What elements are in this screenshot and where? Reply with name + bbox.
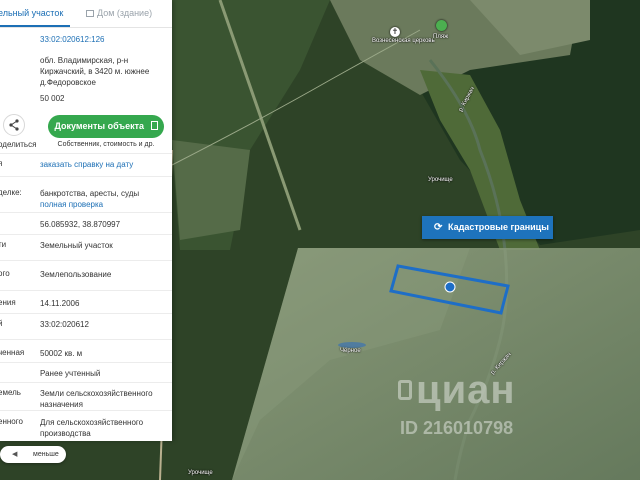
object-card-panel: ельный участок Дом (здание) 33:02:020612… [0, 0, 172, 441]
row-label: енного [0, 417, 23, 426]
divider [0, 234, 172, 235]
row-label: ченная [0, 348, 25, 357]
divider [0, 362, 172, 363]
info-label: я [0, 159, 3, 168]
row-label: емель [0, 388, 21, 397]
cadastral-borders-label: Кадастровые границы [448, 222, 549, 232]
location-marker-icon[interactable] [444, 281, 456, 293]
documents-button[interactable]: Документы объекта [48, 115, 164, 138]
share-label: оделиться [0, 140, 37, 149]
divider [0, 382, 172, 383]
map-label-bottom: Урочище [188, 470, 213, 476]
divider [0, 339, 172, 340]
row-value: Ранее учтенный [40, 369, 101, 378]
show-less-button[interactable]: ◀ меньше [0, 446, 66, 463]
tab-land[interactable]: ельный участок [0, 0, 70, 27]
row-label: ения [0, 298, 16, 307]
row-value: 33:02:020612 [40, 320, 89, 329]
map-label-lake: Чёрное [340, 348, 361, 354]
deals-text: банкротства, аресты, суды [40, 189, 140, 198]
row-value: Для сельскохозяйственного производства [40, 418, 144, 438]
share-button[interactable] [3, 114, 25, 136]
cadastral-borders-button[interactable]: ⟳ Кадастровые границы [422, 216, 553, 239]
share-icon [9, 119, 19, 131]
row-value: Земельный участок [40, 241, 113, 250]
refresh-icon: ⟳ [434, 222, 443, 233]
tab-house[interactable]: Дом (здание) [86, 0, 152, 27]
documents-button-label: Документы объекта [54, 121, 144, 131]
house-icon [86, 10, 94, 17]
row-value: 50002 кв. м [40, 349, 83, 358]
church-icon[interactable]: ✝ [390, 27, 400, 37]
watermark-logo [398, 380, 412, 400]
divider [0, 260, 172, 261]
watermark-id: ID 216010798 [400, 418, 514, 438]
show-less-label: меньше [33, 451, 59, 458]
divider [0, 153, 172, 154]
arrow-left-icon: ◀ [12, 451, 18, 458]
area-number: 50 002 [40, 94, 65, 103]
cadastral-number[interactable]: 33:02:020612:126 [40, 34, 170, 45]
tabs: ельный участок Дом (здание) [0, 0, 172, 28]
beach-icon[interactable] [436, 20, 447, 31]
deals-label: делке: [0, 188, 22, 197]
divider [0, 410, 172, 411]
document-icon [150, 121, 158, 130]
map-label-forest: Урочище [428, 177, 453, 183]
divider [0, 290, 172, 291]
coordinates: 56.085932, 38.870997 [40, 220, 121, 229]
divider [0, 176, 172, 177]
row-label: ого [0, 269, 10, 278]
map-label-church: Вознесенская церковь [372, 38, 435, 44]
row-label: й [0, 319, 3, 328]
row-value: Землепользование [40, 270, 112, 279]
documents-subtitle: Собственник, стоимость и др. [57, 141, 155, 148]
divider [0, 313, 172, 314]
full-check-link[interactable]: полная проверка [40, 199, 170, 210]
order-statement-link[interactable]: заказать справку на дату [40, 159, 170, 170]
tab-house-label: Дом (здание) [97, 8, 153, 18]
watermark-brand: циан [416, 368, 516, 412]
divider [0, 212, 172, 213]
row-value: 14.11.2006 [40, 299, 80, 308]
address: обл. Владимирская, р-н Киржачский, в 342… [40, 56, 150, 87]
row-label: ти [0, 240, 7, 249]
map-label-beach: Пляж [433, 34, 449, 40]
row-value: Земли сельскохозяйственного назначения [40, 389, 153, 409]
